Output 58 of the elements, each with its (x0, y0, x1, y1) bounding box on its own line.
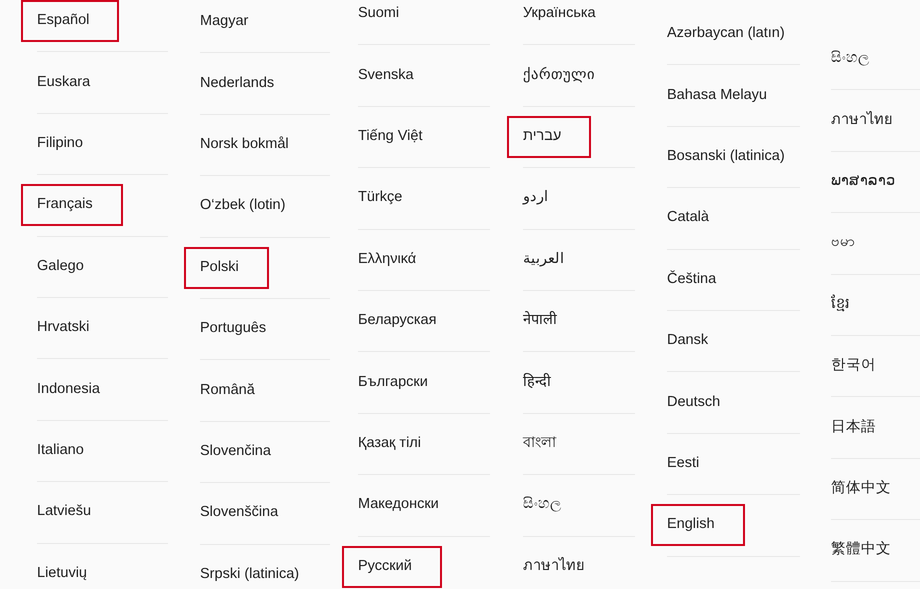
language-option[interactable]: Srpski (latinica) (184, 554, 330, 589)
language-option[interactable]: Filipino (21, 123, 113, 165)
language-option[interactable]: नेपाली (507, 300, 587, 342)
language-option[interactable]: Euskara (21, 62, 120, 104)
language-option[interactable]: Bahasa Melayu (651, 74, 797, 116)
language-option[interactable]: ພາສາລາວ (815, 161, 920, 203)
language-option[interactable]: ဗမာ (815, 222, 885, 264)
language-option[interactable]: Magyar (184, 1, 278, 44)
language-option[interactable]: 繁體中文 (815, 529, 920, 572)
language-option[interactable]: Türkçe (342, 177, 432, 220)
language-option[interactable]: اردو (507, 177, 578, 220)
language-option[interactable]: বাংলা (507, 423, 586, 465)
language-option[interactable]: ภาษาไทย (507, 546, 614, 588)
language-option[interactable]: العربية (507, 238, 594, 281)
language-option[interactable]: Italiano (21, 430, 114, 472)
language-option[interactable]: Deutsch (651, 382, 750, 424)
language-option[interactable]: Español (21, 0, 120, 42)
language-option[interactable]: Čeština (651, 258, 746, 301)
language-option[interactable]: Беларуская (342, 300, 466, 342)
language-option[interactable]: ខ្មែរ (815, 284, 880, 326)
language-option[interactable]: Galego (21, 246, 114, 288)
language-option[interactable]: Македонски (342, 484, 469, 526)
language-option[interactable]: Svenska (342, 54, 444, 96)
language-option[interactable]: Latviešu (21, 491, 122, 534)
language-option[interactable]: Tiếng Việt (342, 116, 452, 158)
language-option[interactable]: 简体中文 (815, 468, 920, 510)
language-option[interactable]: Dansk (651, 320, 738, 362)
language-option[interactable]: हिन्दी (507, 362, 581, 404)
language-option[interactable]: English (651, 504, 745, 546)
language-option[interactable]: සිංහල (815, 38, 899, 80)
language-option[interactable]: 日本語 (815, 406, 906, 448)
language-option[interactable]: Polski (184, 246, 269, 289)
language-option[interactable]: Українська (507, 0, 626, 36)
language-option[interactable]: Nederlands (184, 62, 304, 104)
language-option[interactable]: Русский (342, 546, 442, 588)
language-option[interactable]: ภาษาไทย (815, 100, 920, 142)
language-option[interactable]: Suomi (342, 0, 430, 36)
language-option[interactable]: Português (184, 308, 296, 350)
language-option[interactable]: Қазақ тілі (342, 423, 451, 465)
language-option[interactable]: Български (342, 362, 458, 404)
language-option[interactable]: Azərbaycan (latın) (651, 13, 815, 56)
language-option[interactable]: සිංහල (507, 484, 591, 526)
language-option[interactable]: Slovenčina (184, 431, 301, 473)
language-option[interactable]: Eesti (651, 443, 730, 485)
language-option[interactable]: Ελληνικά (342, 238, 446, 281)
language-option[interactable]: Lietuvių (21, 552, 117, 589)
language-option[interactable]: עברית (507, 116, 592, 158)
language-option[interactable]: Français (21, 184, 123, 226)
language-option[interactable]: Norsk bokmål (184, 124, 319, 166)
language-option[interactable]: Hrvatski (21, 307, 120, 350)
language-option[interactable]: Română (184, 370, 285, 412)
language-option[interactable]: ქართული (507, 54, 625, 96)
language-option[interactable]: 한국어 (815, 345, 906, 388)
language-option[interactable]: Slovenščina (184, 492, 308, 534)
language-option[interactable]: Indonesia (21, 368, 130, 410)
language-option[interactable]: Català (651, 197, 739, 240)
language-option[interactable]: O‘zbek (lotin) (184, 185, 316, 228)
language-option[interactable]: Bosanski (latinica) (651, 136, 815, 178)
